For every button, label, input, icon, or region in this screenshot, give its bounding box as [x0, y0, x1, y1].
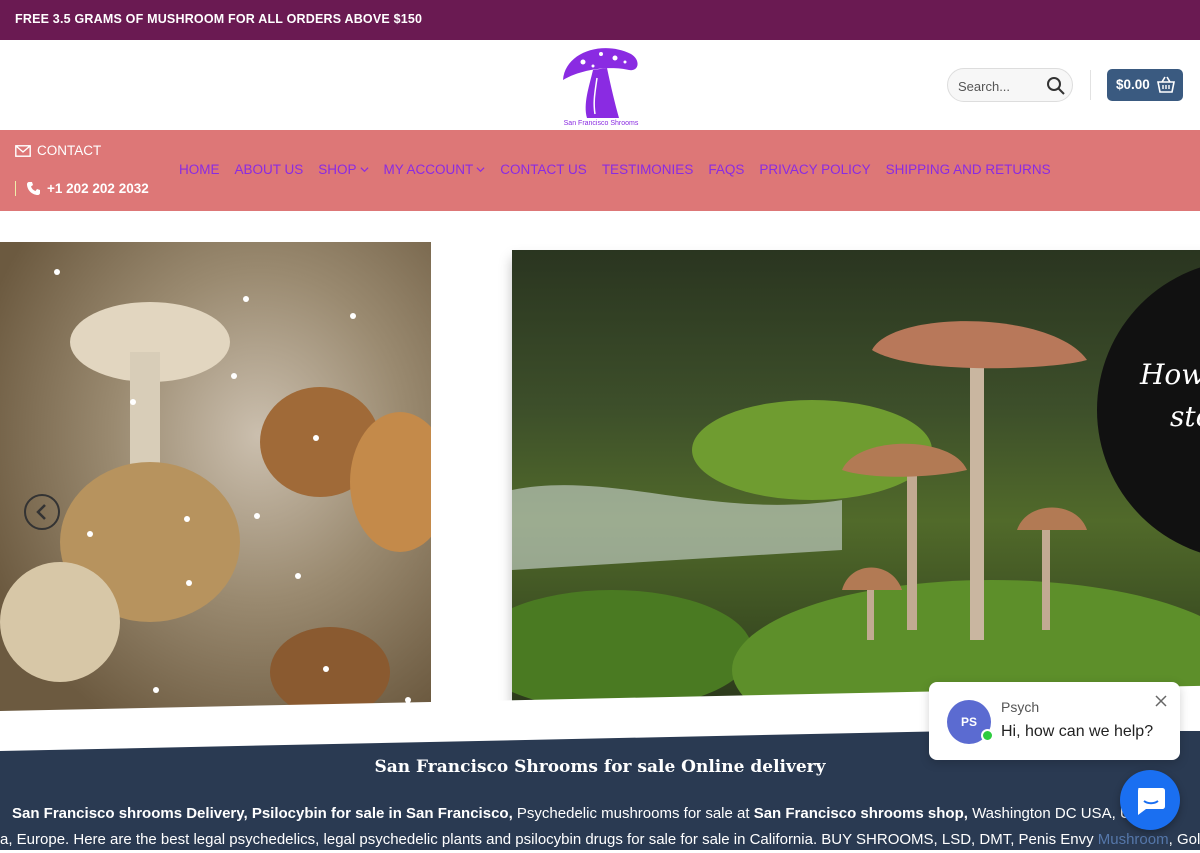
- slide-caption: How sto: [1140, 354, 1200, 438]
- chat-message: Hi, how can we help?: [1001, 723, 1154, 740]
- promo-text: FREE 3.5 GRAMS OF MUSHROOM FOR ALL ORDER…: [15, 12, 423, 26]
- slide-image-prev: [0, 242, 431, 726]
- slide-image-current: How sto: [512, 250, 1200, 702]
- chevron-down-icon: [476, 167, 485, 173]
- nav-item-about-us[interactable]: ABOUT US: [235, 162, 304, 177]
- nav-item-label: PRIVACY POLICY: [759, 162, 871, 177]
- hero-slider: How sto: [0, 211, 1200, 731]
- nav-item-label: HOME: [179, 162, 220, 177]
- chat-popup[interactable]: PS Psych Hi, how can we help?: [929, 682, 1180, 760]
- phone-icon: [27, 182, 40, 195]
- mushrooms-image: [0, 269, 431, 717]
- nav-item-faqs[interactable]: FAQS: [708, 162, 744, 177]
- slide-caption-line2: sto: [1170, 400, 1200, 433]
- nav-item-label: FAQS: [708, 162, 745, 177]
- nav-item-label: MY ACCOUNT: [383, 162, 474, 177]
- forest-mushrooms-image: [512, 321, 1200, 702]
- promo-bar: FREE 3.5 GRAMS OF MUSHROOM FOR ALL ORDER…: [0, 0, 1200, 40]
- site-logo[interactable]: San Francisco Shrooms: [553, 42, 649, 130]
- chat-launcher-button[interactable]: [1120, 770, 1180, 830]
- text-1: Psychedelic mushrooms for sale at: [512, 805, 754, 822]
- nav-item-shipping-and-returns[interactable]: SHIPPING AND RETURNS: [886, 162, 1051, 177]
- chat-bubble-icon: [1138, 788, 1165, 815]
- nav-item-shop[interactable]: SHOP: [318, 162, 369, 177]
- search-input[interactable]: [958, 76, 1038, 96]
- contact-link[interactable]: CONTACT: [15, 143, 101, 158]
- phone-link[interactable]: +1 202 202 2032: [15, 181, 149, 196]
- nav-item-my-account[interactable]: MY ACCOUNT: [384, 162, 486, 177]
- mushroom-logo-icon: [563, 48, 638, 118]
- content-paragraph: San Francisco shrooms Delivery, Psilocyb…: [0, 801, 1200, 853]
- nav-item-testimonies[interactable]: TESTIMONIES: [602, 162, 694, 177]
- nav-item-label: SHIPPING AND RETURNS: [885, 162, 1051, 177]
- content-heading: San Francisco Shrooms for sale Online de…: [374, 757, 826, 777]
- contact-label: CONTACT: [37, 143, 102, 158]
- basket-icon: [1157, 76, 1175, 93]
- text-3: a, Europe. Here are the best legal psych…: [0, 831, 1098, 848]
- agent-name: Psych: [1001, 699, 1040, 715]
- online-status-icon: [981, 729, 994, 742]
- cart-total: $0.00: [1116, 77, 1150, 92]
- text-4: , Gold: [1168, 831, 1200, 848]
- nav-item-label: ABOUT US: [234, 162, 304, 177]
- header-divider: [1090, 70, 1091, 100]
- chevron-left-icon: [36, 504, 46, 520]
- logo-text: San Francisco Shrooms: [563, 120, 639, 127]
- envelope-icon: [15, 144, 31, 157]
- chevron-down-icon: [360, 167, 369, 173]
- nav-item-label: TESTIMONIES: [601, 162, 694, 177]
- nav-item-label: CONTACT US: [500, 162, 587, 177]
- nav-menu: HOME ABOUT US SHOP MY ACCOUNT CONTACT US TEST…: [179, 162, 1066, 177]
- nav-item-contact-us[interactable]: CONTACT US: [500, 162, 587, 177]
- cart-button[interactable]: $0.00: [1107, 69, 1183, 101]
- mushroom-link[interactable]: Mushroom: [1098, 831, 1169, 848]
- phone-number: +1 202 202 2032: [47, 181, 149, 196]
- nav-item-label: SHOP: [318, 162, 357, 177]
- slider-prev-button[interactable]: [24, 494, 60, 530]
- search-box[interactable]: [947, 68, 1073, 102]
- main-nav: CONTACT +1 202 202 2032 HOME ABOUT US SHOP…: [0, 130, 1200, 211]
- bold-text-1: San Francisco shrooms Delivery, Psilocyb…: [12, 805, 513, 822]
- nav-item-privacy-policy[interactable]: PRIVACY POLICY: [759, 162, 870, 177]
- site-header: San Francisco Shrooms $0.00: [0, 40, 1200, 130]
- search-icon[interactable]: [1046, 76, 1066, 96]
- slide-caption-line1: How: [1140, 358, 1200, 391]
- close-icon[interactable]: [1155, 695, 1167, 707]
- nav-item-home[interactable]: HOME: [179, 162, 220, 177]
- text-2: Washington DC USA, UK,: [967, 805, 1145, 822]
- bold-text-2: San Francisco shrooms shop,: [753, 805, 968, 822]
